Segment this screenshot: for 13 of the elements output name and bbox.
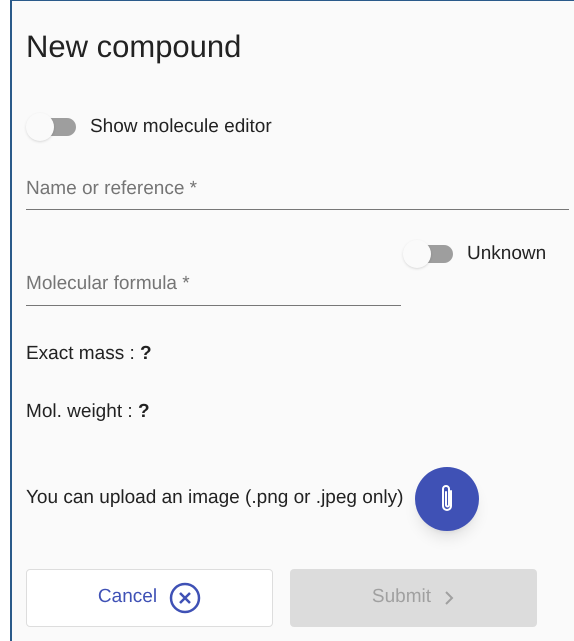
toggle-label: Unknown bbox=[467, 242, 546, 266]
property-text: Mol. weight : ? bbox=[26, 400, 150, 424]
toggle-label: Show molecule editor bbox=[90, 115, 272, 139]
dialog-title: New compound bbox=[26, 28, 242, 66]
chevron-right-icon bbox=[443, 588, 456, 606]
property-text: Exact mass : ? bbox=[26, 342, 152, 366]
toggle-switch[interactable] bbox=[26, 113, 78, 142]
input-field[interactable]: Molecular formula * bbox=[26, 264, 401, 306]
cancel-button[interactable]: Cancel bbox=[26, 568, 273, 626]
close-icon bbox=[169, 582, 202, 614]
upload-hint: You can upload an image (.png or .jpeg only) bbox=[26, 486, 404, 510]
input-field[interactable]: Name or reference * bbox=[26, 170, 569, 210]
toggle-switch[interactable] bbox=[403, 240, 455, 268]
